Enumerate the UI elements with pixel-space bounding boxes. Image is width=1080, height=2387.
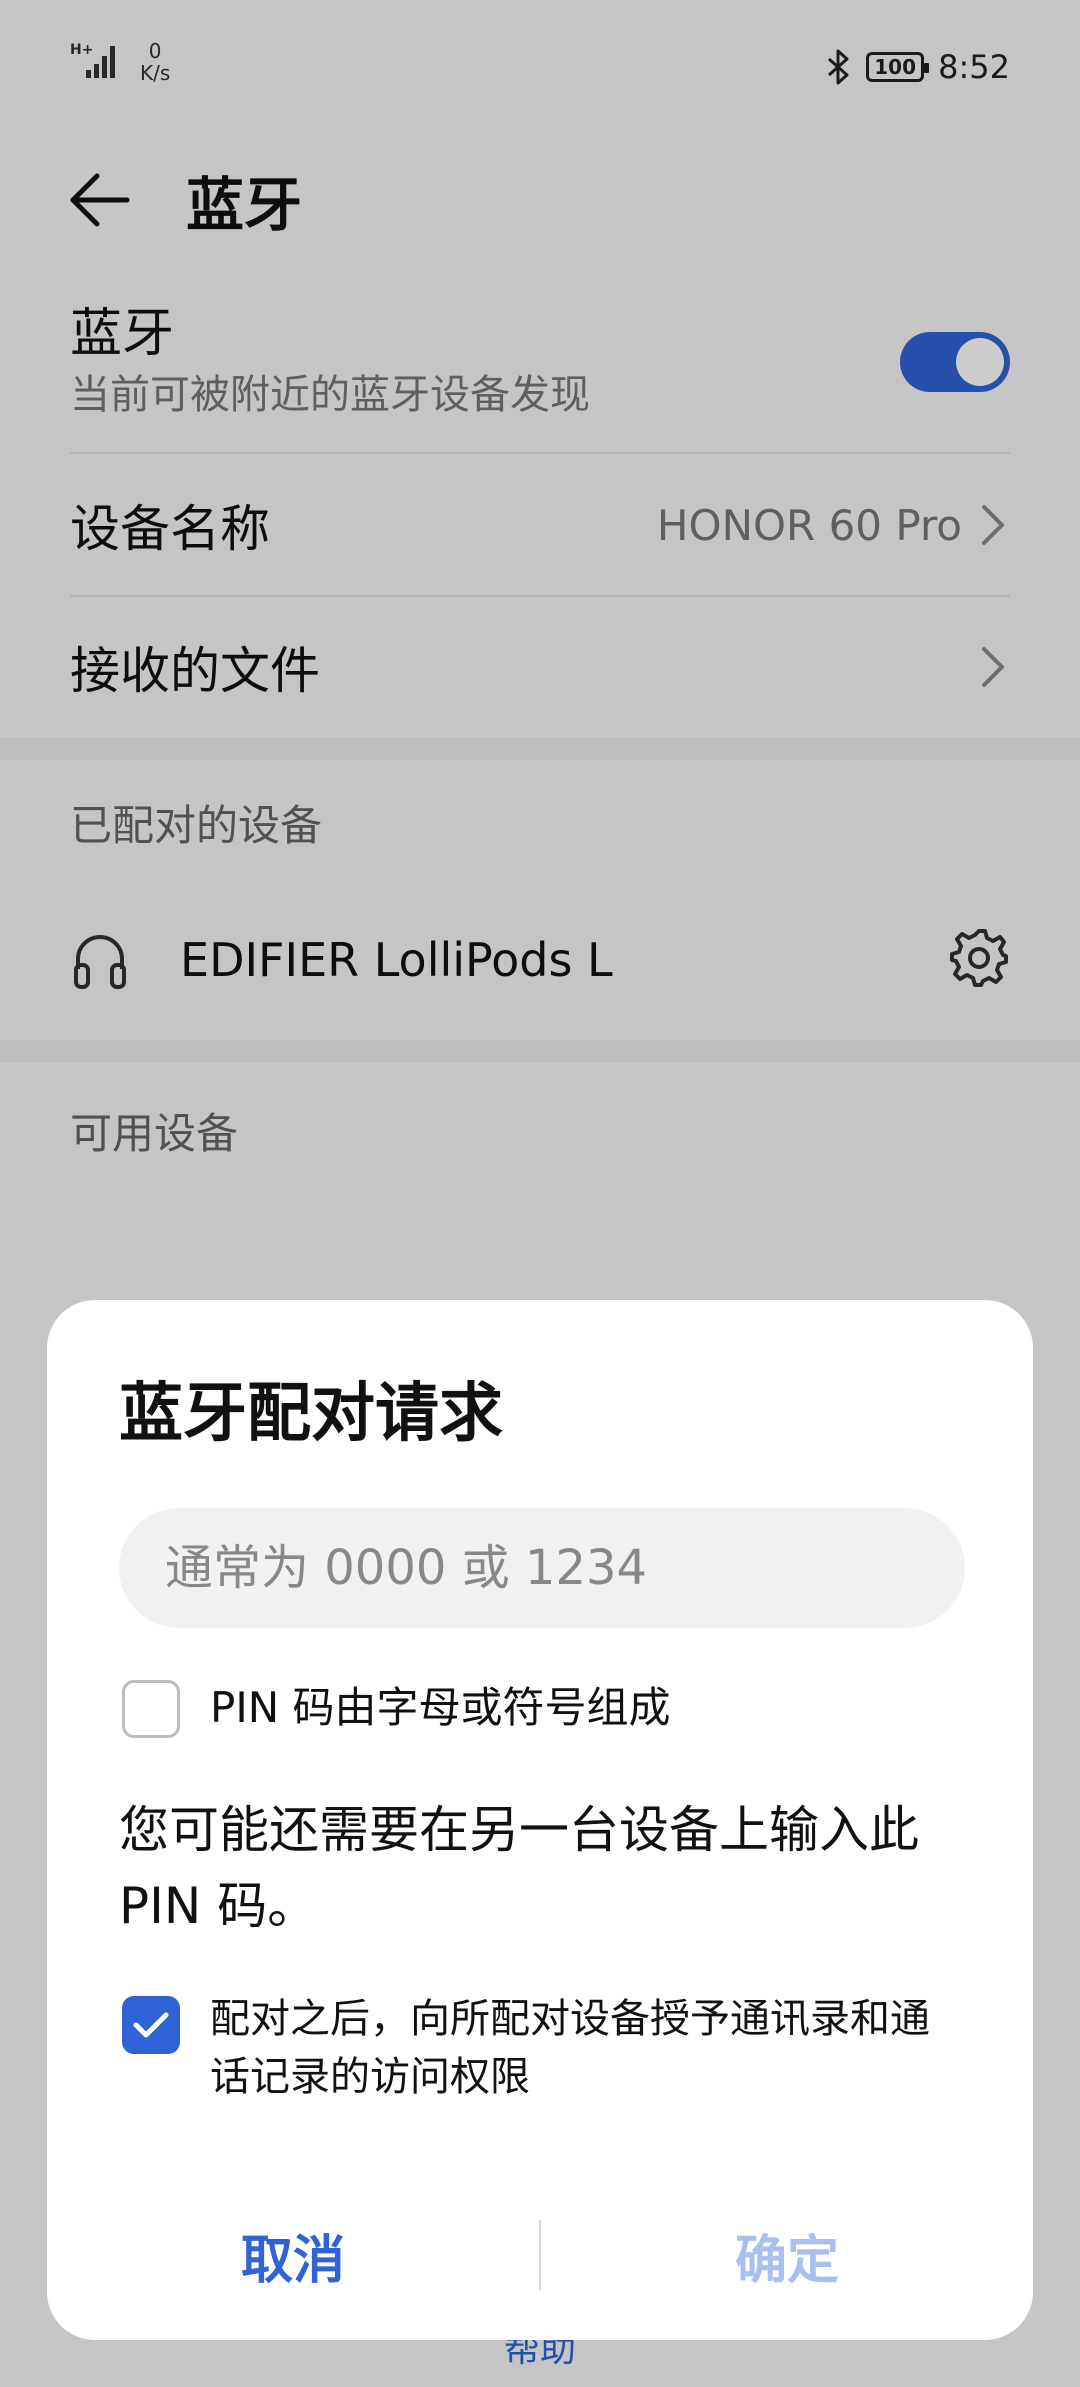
dialog-note: 您可能还需要在另一台设备上输入此 PIN 码。 [119,1801,919,1935]
pairing-dialog: 蓝牙配对请求 PIN 码由字母或符号组成 您可能还需要在另一台设备上输入此 PI… [47,1300,1033,2340]
checkmark-icon [133,2012,169,2038]
share-contacts-option[interactable]: 配对之后，向所配对设备授予通讯录和通话记录的访问权限 [122,1996,962,2106]
dialog-buttons: 取消 确定 [47,2200,1033,2310]
pin-letters-checkbox[interactable] [122,1680,180,1738]
pin-letters-option[interactable]: PIN 码由字母或符号组成 [122,1680,670,1738]
share-contacts-checkbox[interactable] [122,1996,180,2054]
pin-input[interactable] [119,1508,965,1628]
confirm-button[interactable]: 确定 [541,2218,1033,2293]
dialog-title: 蓝牙配对请求 [119,1377,503,1451]
pin-letters-label: PIN 码由字母或符号组成 [210,1683,671,1732]
cancel-button[interactable]: 取消 [47,2218,539,2293]
share-contacts-label: 配对之后，向所配对设备授予通讯录和通话记录的访问权限 [210,1996,930,2100]
